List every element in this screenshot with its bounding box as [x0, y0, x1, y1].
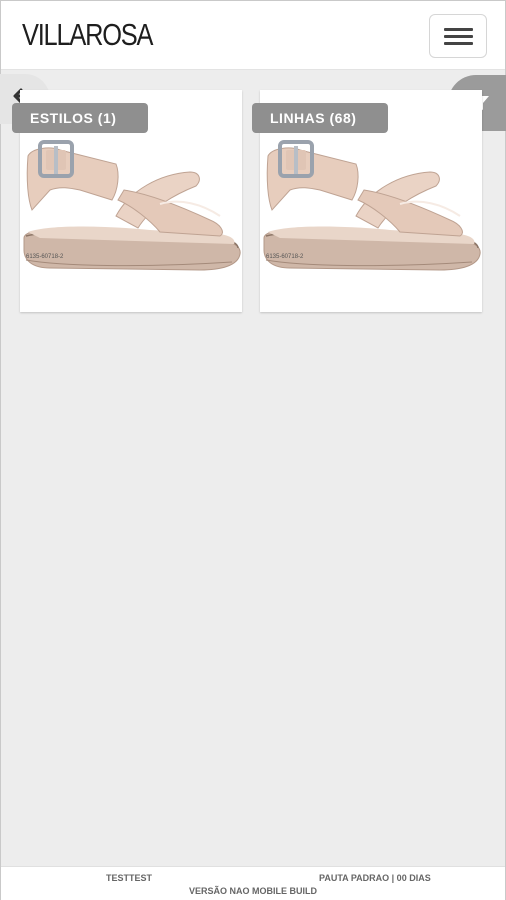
hamburger-icon-line [444, 42, 473, 45]
brand-logo[interactable]: VILLAROSA [22, 15, 153, 55]
footer-pauta: PAUTA PADRAO | 00 DIAS [319, 873, 431, 883]
tag-estilos[interactable]: ESTILOS (1) [12, 103, 148, 133]
menu-button[interactable] [429, 14, 487, 58]
footer: TESTTEST PAUTA PADRAO | 00 DIAS VERSÃO N… [1, 866, 505, 900]
product-code: 6135-60718-2 [26, 254, 64, 260]
top-navbar: VILLAROSA [1, 1, 505, 70]
footer-version: VERSÃO NAO MOBILE BUILD [188, 886, 317, 896]
hamburger-icon-line [444, 35, 473, 38]
hamburger-icon [444, 28, 473, 31]
tag-linhas[interactable]: LINHAS (68) [252, 103, 388, 133]
product-code: 6135-60718-2 [266, 254, 304, 260]
footer-user: TESTTEST [106, 873, 153, 883]
